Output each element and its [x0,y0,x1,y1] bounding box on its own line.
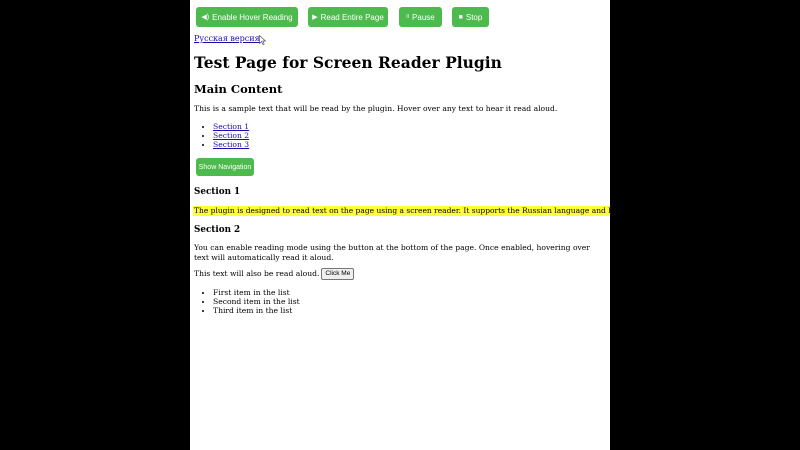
toc-item: Section 1 [213,122,249,131]
stop-label: Stop [465,12,483,22]
inline-text-row: This text will also be read aloud. Click… [194,268,355,280]
inline-read-text: This text will also be read aloud. [194,269,320,278]
enable-hover-reading-label: Enable Hover Reading [212,12,293,22]
list-item: Third item in the list [213,306,300,315]
click-me-button[interactable]: Click Me [321,268,355,280]
pause-button[interactable]: II Pause [399,7,442,27]
page: ◀) Enable Hover Reading ▶ Read Entire Pa… [190,0,610,450]
section-1-heading: Section 1 [194,187,241,197]
section-2-link[interactable]: Section 2 [213,131,249,140]
highlighted-read-text: The plugin is designed to read text on t… [193,206,610,216]
enable-hover-reading-button[interactable]: ◀) Enable Hover Reading [196,7,298,27]
section-2-heading: Section 2 [194,225,241,235]
stop-button[interactable]: ■ Stop [452,7,489,27]
section-2-paragraph: You can enable reading mode using the bu… [194,243,590,262]
pause-label: Pause [412,12,435,22]
read-entire-page-label: Read Entire Page [320,12,384,22]
mouse-pointer-icon [259,35,267,45]
section-1-link[interactable]: Section 1 [213,122,249,131]
play-icon: ▶ [312,13,318,21]
speaker-icon: ◀) [201,13,210,21]
read-entire-page-button[interactable]: ▶ Read Entire Page [308,7,388,27]
russian-version-link[interactable]: Русская версия [194,34,260,43]
toc-item: Section 2 [213,131,249,140]
page-title: Test Page for Screen Reader Plugin [194,53,502,72]
item-list: First item in the list Second item in th… [204,288,300,315]
stop-icon: ■ [458,13,463,21]
pause-icon: II [406,13,410,20]
section-3-link[interactable]: Section 3 [213,140,249,149]
list-item: Second item in the list [213,297,300,306]
main-content-heading: Main Content [194,82,283,96]
table-of-contents: Section 1 Section 2 Section 3 [204,122,249,149]
list-item: First item in the list [213,288,300,297]
toc-item: Section 3 [213,140,249,149]
show-navigation-button[interactable]: Show Navigation [196,158,254,176]
intro-paragraph: This is a sample text that will be read … [194,104,558,113]
